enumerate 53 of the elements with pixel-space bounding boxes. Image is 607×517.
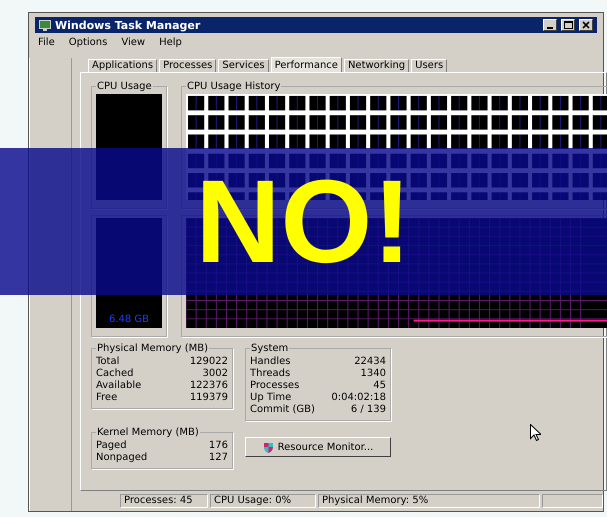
stat-label: Up Time <box>250 392 292 404</box>
stat-value: 3002 <box>202 368 228 380</box>
status-field: CPU Usage: 0% <box>210 494 316 508</box>
menu-item[interactable]: Help <box>158 37 183 48</box>
tab[interactable]: Processes <box>159 59 216 72</box>
overlay-text: NO! <box>195 162 412 280</box>
tab[interactable]: Users <box>411 59 448 72</box>
menu-item[interactable]: View <box>120 37 146 48</box>
stat-value: 127 <box>208 452 228 464</box>
monitor-icon <box>39 20 51 30</box>
cursor-icon <box>530 424 541 441</box>
stat-value: 129022 <box>190 356 228 368</box>
close-button[interactable] <box>579 19 593 31</box>
stat-label: Handles <box>250 356 290 368</box>
stat-value: 0:04:02:18 <box>331 392 386 404</box>
stat-label: Cached <box>96 368 134 380</box>
stat-label: Free <box>96 392 118 404</box>
maximize-icon <box>564 21 572 29</box>
stat-label: Nonpaged <box>96 452 148 464</box>
group-title: Kernel Memory (MB) <box>96 427 200 438</box>
group-title: CPU Usage History <box>186 81 282 92</box>
stat-value: 119379 <box>190 392 228 404</box>
tab[interactable]: Networking <box>344 59 410 72</box>
maximize-button[interactable] <box>561 19 575 31</box>
group-title: CPU Usage <box>96 81 153 92</box>
status-field: Processes: 45 <box>120 494 208 508</box>
stat-label: Paged <box>96 440 127 452</box>
stat-value: 1340 <box>360 368 386 380</box>
resource-monitor-button[interactable]: Resource Monitor... <box>245 437 391 457</box>
stat-value: 22434 <box>354 356 386 368</box>
memory-reading: 6.48 GB <box>108 314 150 327</box>
minimize-button[interactable] <box>543 19 557 31</box>
status-field <box>542 494 603 508</box>
status-field: Physical Memory: 5% <box>318 494 540 508</box>
window-title: Windows Task Manager <box>55 18 202 32</box>
tab[interactable]: Applications <box>88 59 158 72</box>
tab[interactable]: Performance <box>270 57 342 73</box>
stat-label: Processes <box>250 380 300 392</box>
close-icon <box>582 21 590 29</box>
stat-label: Total <box>96 356 120 368</box>
stat-value: 176 <box>208 440 228 452</box>
group-title: System <box>250 343 290 354</box>
menu-item[interactable]: Options <box>68 37 108 48</box>
stat-value: 45 <box>373 380 386 392</box>
stat-label: Threads <box>250 368 290 380</box>
stat-value: 6 / 139 <box>350 404 386 416</box>
stat-value: 122376 <box>190 380 228 392</box>
stat-label: Available <box>96 380 142 392</box>
stat-label: Commit (GB) <box>250 404 315 416</box>
tab[interactable]: Services <box>218 59 269 72</box>
group-title: Physical Memory (MB) <box>96 343 209 354</box>
menu-item[interactable]: File <box>37 37 56 48</box>
shield-icon <box>262 442 274 452</box>
